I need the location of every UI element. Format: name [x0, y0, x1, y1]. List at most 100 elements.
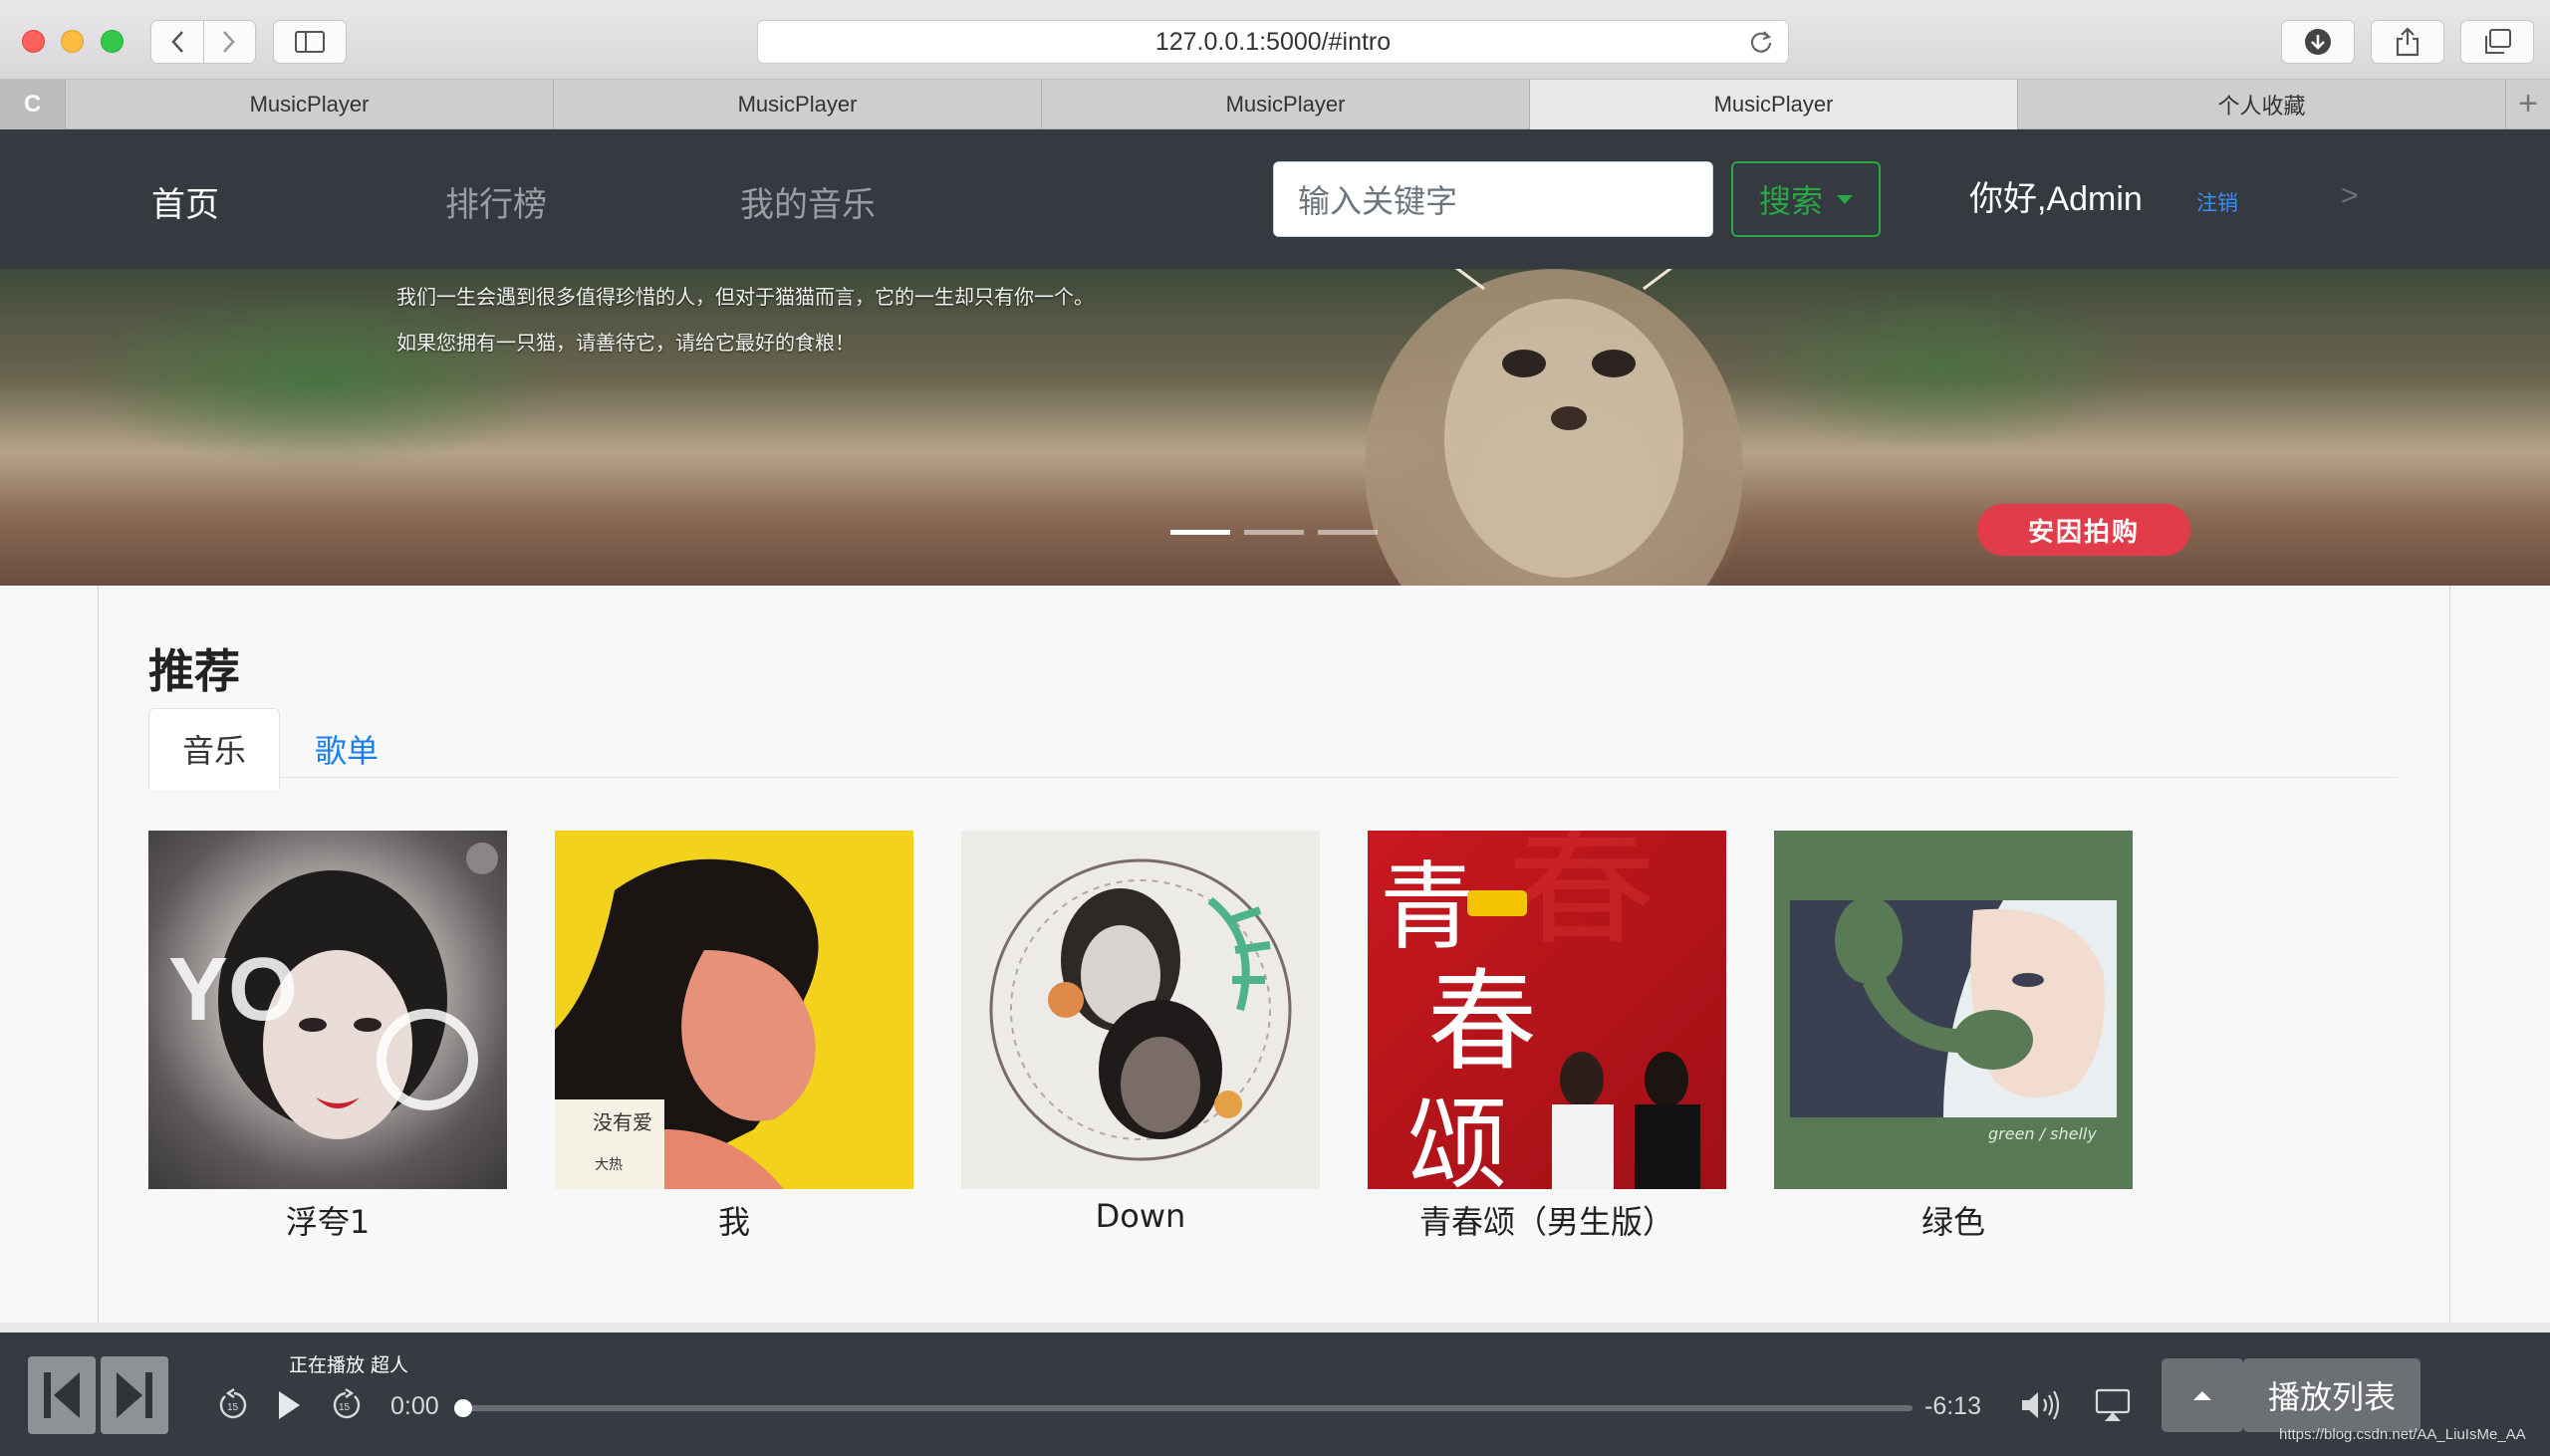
album-title: 青春颂（男生版） — [1418, 1203, 1674, 1241]
previous-track-button[interactable] — [28, 1356, 96, 1434]
tab-strip: C MusicPlayer MusicPlayer MusicPlayer Mu… — [0, 80, 2550, 129]
album-cover-image[interactable]: green / shelly — [1774, 831, 2133, 1189]
carousel-indicators — [1170, 530, 1378, 535]
audio-player-bar: 正在播放 超人 15 15 0:00 -6:13 播放列表 — [0, 1333, 2550, 1456]
current-time: 0:00 — [390, 1392, 439, 1420]
two-women-illustration — [989, 858, 1292, 1161]
content-tabs: 音乐 歌单 — [148, 708, 2398, 790]
svg-text:green / shelly: green / shelly — [1988, 1124, 2097, 1143]
album-card[interactable]: YO 浮夸1 — [148, 831, 507, 1243]
svg-text:大热: 大热 — [595, 1157, 623, 1173]
browser-tab[interactable]: 个人收藏 — [2018, 80, 2506, 129]
svg-text:春: 春 — [1427, 958, 1537, 1086]
remaining-time: -6:13 — [1924, 1392, 1981, 1420]
now-playing-label: 正在播放 超人 — [289, 1354, 409, 1376]
svg-text:没有爱: 没有爱 — [593, 1110, 652, 1134]
sidebar-toggle-button[interactable] — [273, 20, 347, 64]
browser-tab[interactable]: MusicPlayer — [66, 80, 554, 129]
chevron-up-icon — [2193, 1391, 2211, 1400]
playlist-button[interactable]: 播放列表 — [2243, 1358, 2421, 1432]
chevron-left-icon — [171, 31, 183, 53]
tab-overview-button[interactable] — [2460, 20, 2534, 64]
cat-illustration — [1365, 269, 1743, 586]
download-icon — [2305, 29, 2331, 55]
svg-text:颂: 颂 — [1407, 1087, 1507, 1189]
browser-tab[interactable]: MusicPlayer — [1042, 80, 1530, 129]
album-title: 绿色 — [1920, 1203, 1985, 1241]
album-card[interactable]: 青 春 颂 春 青春颂（男生版） — [1368, 831, 1726, 1243]
tab-music[interactable]: 音乐 — [148, 708, 280, 790]
caret-down-icon — [1837, 194, 1853, 204]
history-nav — [150, 20, 256, 64]
album-title: Down — [1095, 1197, 1186, 1235]
nav-my-music[interactable]: 我的音乐 — [740, 177, 876, 226]
share-button[interactable] — [2371, 20, 2444, 64]
album-card[interactable]: 没有爱 大热 我 — [555, 831, 913, 1243]
downloads-button[interactable] — [2281, 20, 2355, 64]
nav-charts[interactable]: 排行榜 — [445, 177, 547, 226]
tab-playlists[interactable]: 歌单 — [280, 708, 413, 790]
portrait-woman-illustration: YO — [168, 843, 498, 1139]
album-title: 我 — [717, 1203, 750, 1241]
album-cover-image[interactable]: 青 春 颂 春 — [1368, 831, 1726, 1189]
new-tab-button[interactable]: + — [2506, 80, 2550, 128]
svg-text:春: 春 — [1507, 831, 1657, 966]
watermark-text: https://blog.csdn.net/AA_LiuIsMe_AA — [2279, 1426, 2526, 1443]
album-card[interactable]: green / shelly 绿色 — [1774, 831, 2133, 1243]
brand-stamp: 安因拍购 — [1977, 504, 2190, 556]
green-telephone-girl-illustration: green / shelly — [1790, 896, 2117, 1143]
address-bar[interactable]: 127.0.0.1:5000/#intro — [757, 20, 1789, 64]
forward-button[interactable] — [202, 21, 256, 63]
pinned-tab[interactable]: C — [0, 80, 66, 129]
play-icon[interactable] — [275, 1388, 303, 1422]
banner-caption-line-1: 我们一生会遇到很多值得珍惜的人，但对于猫猫而言，它的一生却只有你一个。 — [396, 285, 1094, 309]
search-input[interactable]: 输入关键字 — [1273, 161, 1713, 237]
recommend-section: 推荐 音乐 歌单 YO 浮夸1 没有爱 大热 我 Down 青 春 颂 春 青春… — [98, 586, 2450, 1323]
rewind-15-icon[interactable]: 15 — [217, 1388, 251, 1422]
carousel-indicator-1[interactable] — [1170, 530, 1230, 535]
hero-carousel[interactable]: 我们一生会遇到很多值得珍惜的人，但对于猫猫而言，它的一生却只有你一个。 如果您拥… — [0, 269, 2550, 586]
next-track-button[interactable] — [101, 1356, 168, 1434]
zoom-window-button[interactable] — [101, 30, 124, 53]
browser-tab[interactable]: MusicPlayer — [554, 80, 1042, 129]
minimize-window-button[interactable] — [61, 30, 84, 53]
svg-text:15: 15 — [227, 1402, 239, 1413]
reload-icon[interactable] — [1748, 29, 1774, 55]
banner-caption-line-2: 如果您拥有一只猫，请善待它，请给它最好的食粮！ — [396, 331, 855, 355]
album-card[interactable]: Down — [961, 831, 1320, 1243]
search-button[interactable]: 搜索 — [1731, 161, 1881, 237]
svg-text:15: 15 — [339, 1402, 351, 1413]
skip-forward-icon — [117, 1372, 152, 1418]
album-grid: YO 浮夸1 没有爱 大热 我 Down 青 春 颂 春 青春颂（男生版） gr… — [148, 831, 2133, 1243]
svg-text:YO: YO — [168, 940, 298, 1040]
album-cover-image[interactable]: YO — [148, 831, 507, 1189]
url-text: 127.0.0.1:5000/#intro — [1154, 27, 1392, 56]
site-navbar: 首页 排行榜 我的音乐 输入关键字 搜索 你好,Admin 注销 > — [0, 129, 2550, 269]
section-title: 推荐 — [148, 645, 240, 697]
portrait-man-illustration: 没有爱 大热 — [555, 858, 819, 1189]
album-title: 浮夸1 — [285, 1203, 371, 1241]
tabs-icon — [2485, 29, 2511, 54]
share-icon — [2396, 27, 2420, 57]
carousel-indicator-2[interactable] — [1244, 530, 1304, 535]
forward-15-icon[interactable]: 15 — [329, 1388, 363, 1422]
back-button[interactable] — [151, 21, 203, 63]
nav-home[interactable]: 首页 — [151, 177, 219, 226]
browser-toolbar: 127.0.0.1:5000/#intro — [0, 0, 2550, 80]
browser-tab-active[interactable]: MusicPlayer — [1530, 80, 2018, 129]
logout-link[interactable]: 注销 — [2196, 187, 2238, 217]
album-cover-image[interactable] — [961, 831, 1320, 1189]
chevron-right-icon[interactable]: > — [2341, 179, 2359, 213]
page-footer-strip — [0, 1323, 2550, 1333]
airplay-icon[interactable] — [2095, 1388, 2131, 1422]
svg-text:青: 青 — [1380, 851, 1475, 963]
volume-icon[interactable] — [2020, 1388, 2064, 1422]
carousel-indicator-3[interactable] — [1318, 530, 1378, 535]
progress-bar[interactable] — [454, 1399, 1912, 1417]
user-greeting: 你好,Admin — [1969, 180, 2143, 218]
progress-handle[interactable] — [454, 1399, 472, 1417]
expand-player-button[interactable] — [2162, 1358, 2243, 1432]
album-cover-image[interactable]: 没有爱 大热 — [555, 831, 913, 1189]
close-window-button[interactable] — [22, 30, 45, 53]
search-button-label: 搜索 — [1758, 183, 1823, 219]
